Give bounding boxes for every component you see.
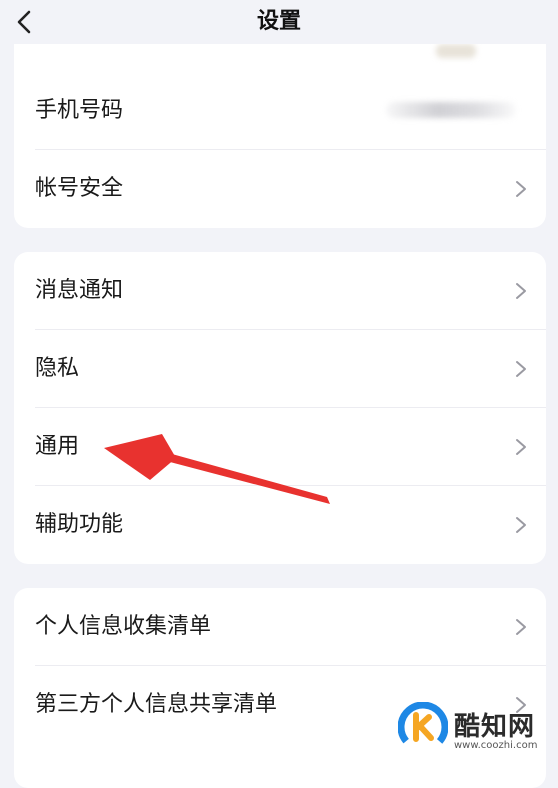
coozhi-logo-icon bbox=[398, 702, 448, 752]
row-label: 帐号安全 bbox=[35, 176, 124, 201]
chevron-right-icon bbox=[516, 283, 526, 299]
row-accessibility[interactable]: 辅助功能 bbox=[14, 486, 546, 564]
chevron-right-icon bbox=[516, 361, 526, 377]
row-label: 手机号码 bbox=[35, 98, 124, 123]
watermark-url: www.coozhi.com bbox=[454, 740, 538, 751]
row-label: 辅助功能 bbox=[35, 512, 124, 537]
row-account-security[interactable]: 帐号安全 bbox=[14, 150, 546, 228]
row-label: 隐私 bbox=[35, 356, 80, 381]
chevron-right-icon bbox=[516, 181, 526, 197]
row-label: 第三方个人信息共享清单 bbox=[35, 692, 278, 717]
watermark-title: 酷知网 bbox=[454, 712, 536, 742]
account-settings-card: 手机号码 帐号安全 bbox=[14, 44, 546, 228]
navigation-bar: 设置 bbox=[0, 0, 558, 50]
row-phone-number[interactable]: 手机号码 bbox=[14, 72, 546, 150]
personal-info-card: 个人信息收集清单 第三方个人信息共享清单 bbox=[14, 588, 546, 788]
page-title: 设置 bbox=[256, 9, 301, 34]
general-settings-card: 消息通知 隐私 通用 辅助功能 bbox=[14, 252, 546, 564]
row-label: 通用 bbox=[35, 434, 80, 459]
row-personal-info-collection-list[interactable]: 个人信息收集清单 bbox=[14, 588, 546, 666]
row-general[interactable]: 通用 bbox=[14, 408, 546, 486]
chevron-right-icon bbox=[516, 619, 526, 635]
avatar-thumbnail-partial bbox=[436, 44, 476, 58]
phone-number-value-blurred bbox=[386, 102, 516, 118]
row-label: 个人信息收集清单 bbox=[35, 614, 212, 639]
coozhi-watermark: 酷知网 www.coozhi.com bbox=[398, 700, 556, 756]
row-message-notifications[interactable]: 消息通知 bbox=[14, 252, 546, 330]
row-label: 消息通知 bbox=[35, 278, 124, 303]
chevron-right-icon bbox=[516, 517, 526, 533]
row-privacy[interactable]: 隐私 bbox=[14, 330, 546, 408]
chevron-right-icon bbox=[516, 439, 526, 455]
